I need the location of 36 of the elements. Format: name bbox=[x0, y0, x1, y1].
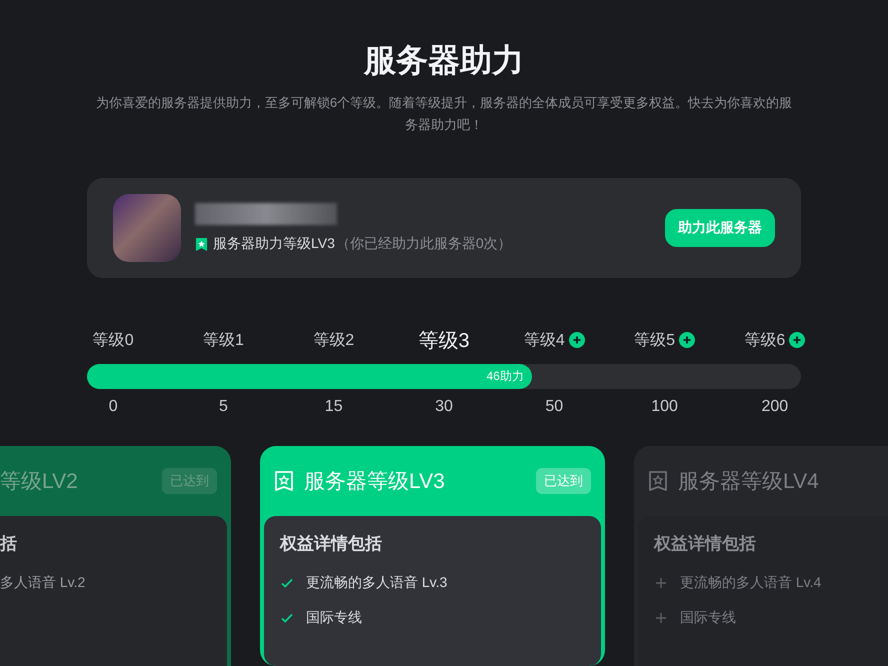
tier-threshold: 30 bbox=[435, 398, 453, 416]
tier-label: 等级5 bbox=[634, 330, 675, 350]
reached-badge: 已达到 bbox=[162, 468, 217, 494]
benefits-heading: 权益详情包括 bbox=[654, 533, 757, 555]
badge-star-icon bbox=[274, 470, 294, 492]
tier-threshold: 5 bbox=[218, 398, 228, 416]
tier-label: 等级0 bbox=[92, 330, 134, 350]
avatar-placeholder bbox=[113, 194, 181, 262]
boost-level-text: 服务器助力等级LV3 bbox=[213, 235, 335, 253]
benefit-text: 多人语音 Lv.2 bbox=[0, 574, 86, 592]
benefit-text: 国际专线 bbox=[680, 608, 736, 626]
tier-label: 等级6 bbox=[744, 330, 786, 350]
boost-count-note: （你已经助力此服务器0次） bbox=[336, 235, 512, 253]
benefits-heading: 权益详情包括 bbox=[280, 533, 383, 555]
progress-fill: 46助力 bbox=[87, 364, 532, 389]
level-card-title: 服务器等级LV3 bbox=[304, 469, 446, 495]
level-card-title: 服务器等级LV4 bbox=[678, 469, 820, 495]
level-card-title: 等级LV2 bbox=[0, 469, 79, 495]
tier-threshold: 50 bbox=[545, 398, 564, 416]
tier-label: 等级2 bbox=[313, 330, 354, 350]
benefit-text: 国际专线 bbox=[306, 608, 362, 626]
badge-star-icon bbox=[648, 470, 668, 492]
tier-threshold: 15 bbox=[324, 398, 343, 416]
tier-threshold: 100 bbox=[651, 398, 678, 416]
page-description: 为你喜爱的服务器提供助力，至多可解锁6个等级。随着等级提升，服务器的全体成员可享受更多权益。快去为你喜欢的服务器助力吧！ bbox=[94, 94, 794, 134]
tier-threshold: 200 bbox=[761, 398, 788, 416]
tier-threshold: 0 bbox=[108, 398, 118, 416]
star-badge-icon bbox=[195, 236, 208, 252]
benefit-text: 更流畅的多人语音 Lv.4 bbox=[680, 574, 822, 592]
page-title: 服务器助力 bbox=[364, 41, 524, 80]
tier-label: 等级4 bbox=[524, 330, 565, 350]
reached-badge: 已达到 bbox=[536, 468, 591, 494]
tier-label: 等级3 bbox=[418, 328, 470, 354]
benefit-text: 更流畅的多人语音 Lv.3 bbox=[306, 574, 448, 592]
tier-label: 等级1 bbox=[202, 330, 244, 350]
boost-server-button[interactable]: 助力此服务器 bbox=[665, 209, 775, 247]
